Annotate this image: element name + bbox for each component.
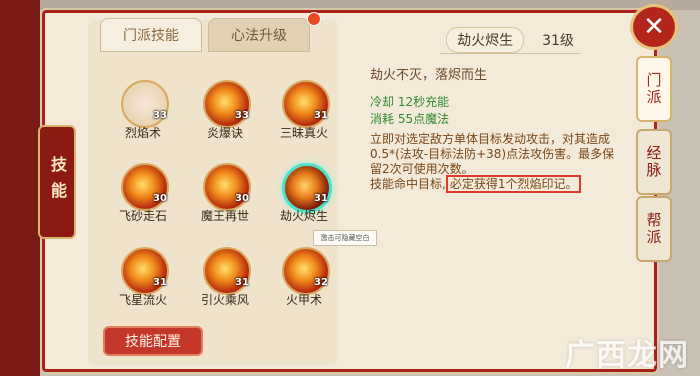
tab-sect-skills[interactable]: 门派技能 (100, 18, 202, 52)
left-frame (0, 0, 40, 376)
skill-name: 引火乘风 (200, 293, 249, 307)
cost-text: 消耗 55点魔法 (370, 112, 450, 126)
skill-name: 魔王再世 (200, 209, 249, 223)
skill-level: 33 (153, 110, 167, 121)
skill-name: 炎爆诀 (206, 126, 243, 140)
tab-bar: 门派技能 心法升级 (100, 18, 310, 52)
skill-name: 劫火烬生 (279, 209, 328, 223)
skill-item[interactable]: 30 魔王再世 (185, 163, 265, 243)
skill-name: 烈焰术 (124, 126, 161, 140)
skill-level: 33 (235, 110, 249, 121)
skill-description: 立即对选定敌方单体目标发动攻击，对其造成0.5*(法攻-目标法防+38)点法攻伤… (370, 132, 625, 193)
skill-level: 31 (314, 110, 328, 121)
skill-level: 32 (314, 277, 328, 288)
detail-skill-level: 31级 (542, 33, 574, 49)
skill-name: 飞星流火 (118, 293, 167, 307)
notification-dot (307, 12, 321, 26)
desc-highlight: 必定获得1个烈焰印记。 (445, 175, 582, 193)
detail-skill-name: 劫火烬生 (446, 27, 525, 53)
right-tab-meridian[interactable]: 经脉 (636, 129, 672, 195)
desc-main: 立即对选定敌方单体目标发动攻击，对其造成0.5*(法攻-目标法防+38)点法攻伤… (370, 132, 615, 176)
skill-item[interactable]: 31 飞星流火 (103, 247, 183, 327)
skill-name: 飞砂走石 (118, 209, 167, 223)
desc-tail: 技能命中目标, (370, 177, 446, 191)
right-tab-guild[interactable]: 帮派 (636, 196, 672, 262)
side-tab-skills[interactable]: 技能 (38, 125, 76, 239)
skill-motto: 劫火不灭，落烬而生 (370, 68, 488, 83)
skill-level: 31 (314, 193, 328, 204)
skill-name: 三昧真火 (279, 126, 328, 140)
cooldown-text: 冷却 12秒充能 (370, 95, 450, 109)
close-icon: ✕ (643, 12, 665, 42)
right-tab-sect[interactable]: 门派 (636, 56, 672, 122)
skill-detail: 劫火烬生 31级 劫火不灭，落烬而生 冷却 12秒充能 消耗 55点魔法 立即对… (355, 22, 630, 362)
skill-item[interactable]: 33 烈焰术 (103, 80, 183, 160)
skill-item[interactable]: 31 引火乘风 (185, 247, 265, 327)
skill-level: 30 (235, 193, 249, 204)
skill-level: 30 (153, 193, 167, 204)
skill-name: 火甲术 (285, 293, 322, 307)
skill-level: 31 (153, 277, 167, 288)
skill-item[interactable]: 32 火甲术 (264, 247, 344, 327)
skill-item[interactable]: 31 三昧真火 (264, 80, 344, 160)
watermark: 广西龙网 (565, 338, 689, 373)
detail-header: 劫火烬生 31级 (440, 27, 580, 54)
skill-item[interactable]: 33 炎爆诀 (185, 80, 265, 160)
skill-config-button[interactable]: 技能配置 (103, 326, 203, 356)
skill-item[interactable]: 30 飞砂走石 (103, 163, 183, 243)
close-button[interactable]: ✕ (630, 4, 678, 50)
skill-icon (282, 163, 332, 213)
tab-heart-upgrade[interactable]: 心法升级 (208, 18, 310, 52)
skill-level: 31 (235, 277, 249, 288)
